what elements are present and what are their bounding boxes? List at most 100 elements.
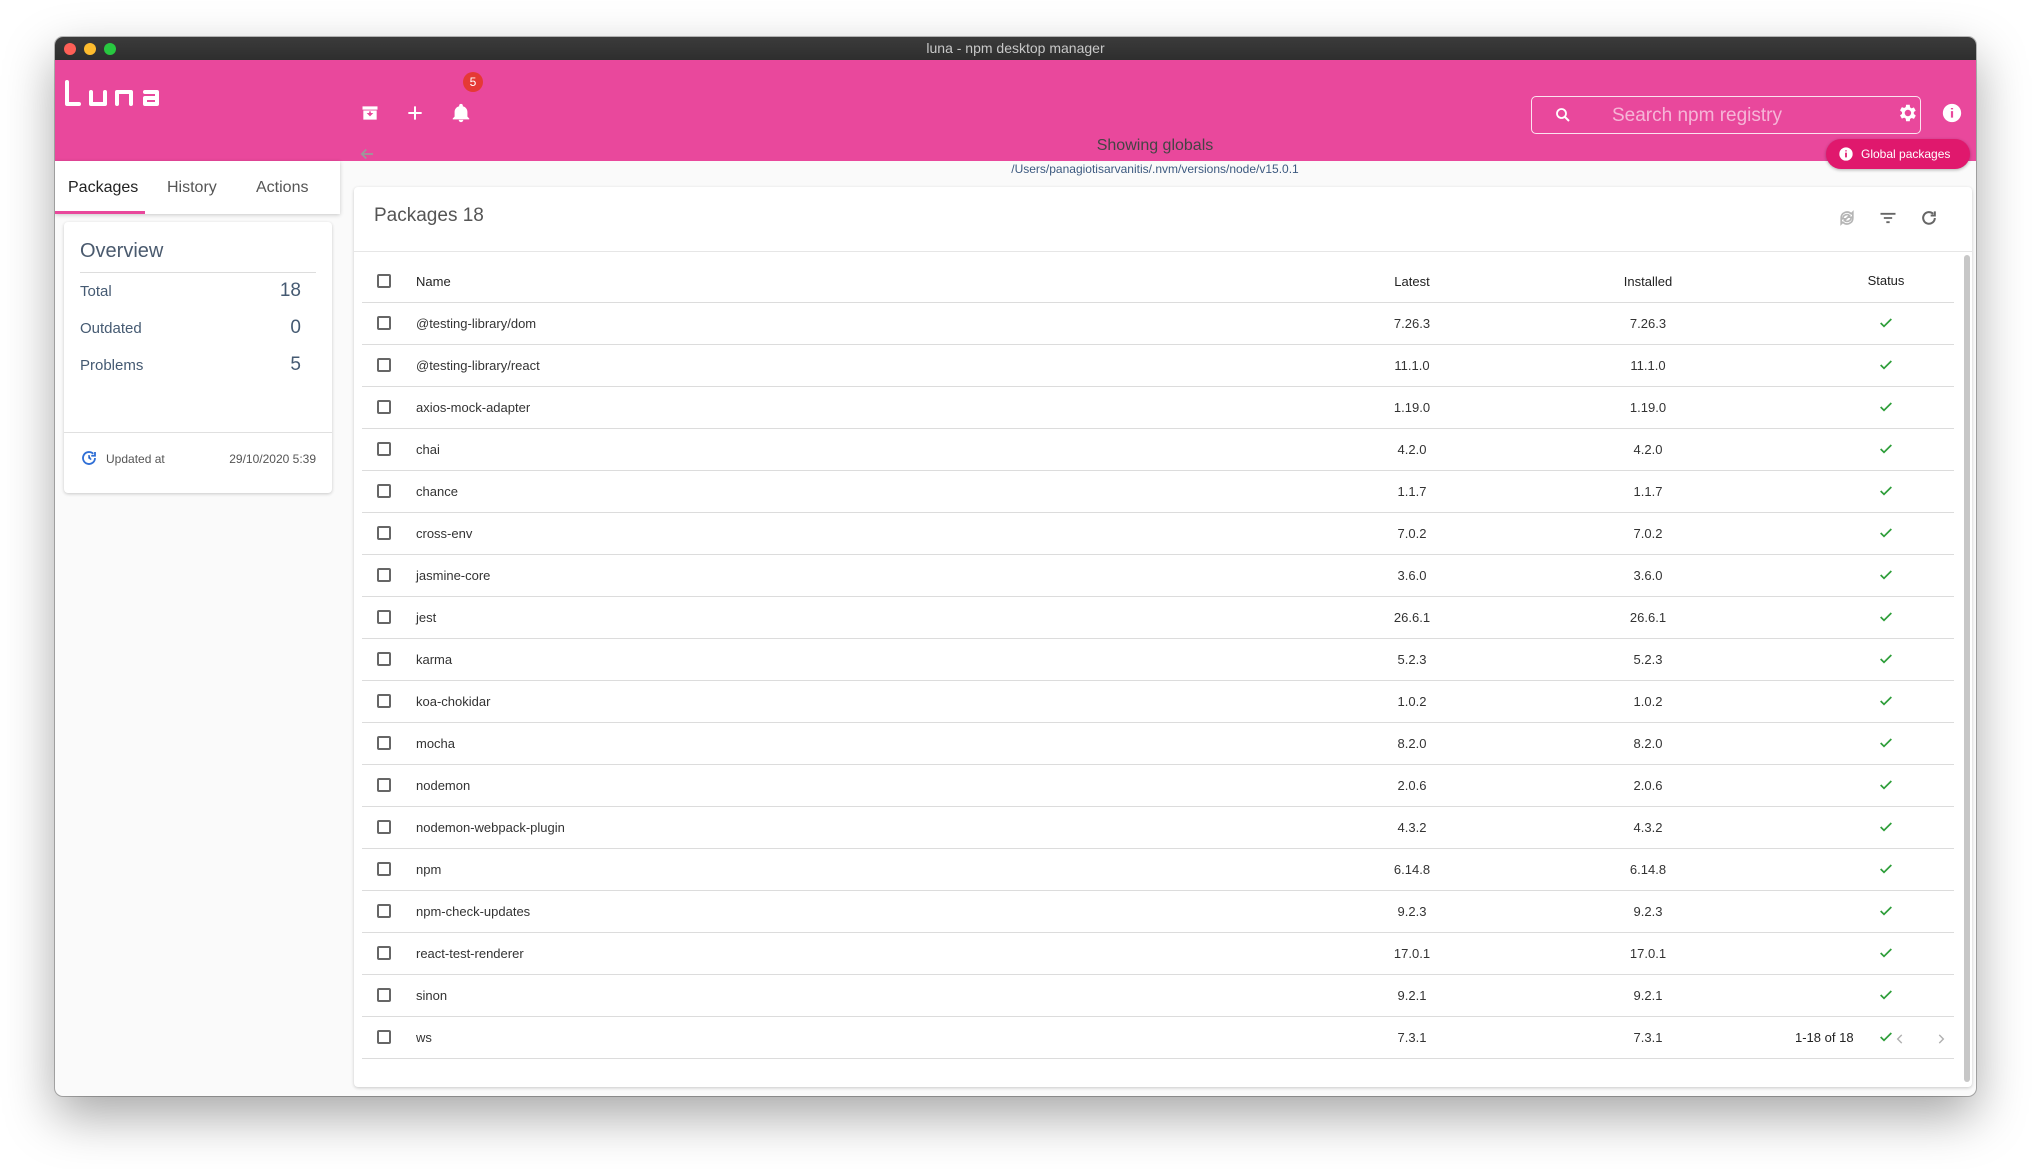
installed-version: 4.2.0 [1633, 442, 1663, 457]
row-checkbox[interactable] [377, 778, 391, 792]
row-checkbox[interactable] [377, 358, 391, 372]
tab-packages[interactable]: Packages [68, 161, 138, 214]
table-row[interactable]: jasmine-core 3.6.0 3.6.0 [362, 555, 1954, 597]
check-icon [1836, 567, 1936, 586]
package-name: react-test-renderer [416, 946, 524, 961]
row-checkbox[interactable] [377, 442, 391, 456]
column-name[interactable]: Name [416, 274, 451, 289]
latest-version: 9.2.3 [1397, 904, 1427, 919]
overview-total-value: 18 [279, 280, 301, 301]
table-row[interactable]: @testing-library/dom 7.26.3 7.26.3 [362, 303, 1954, 345]
table-row[interactable]: karma 5.2.3 5.2.3 [362, 639, 1954, 681]
global-packages-label: Global packages [1861, 147, 1951, 161]
installed-version: 1.19.0 [1629, 400, 1667, 415]
gear-icon[interactable] [1894, 100, 1920, 126]
search-input[interactable] [1610, 103, 1894, 129]
table-row[interactable]: nodemon 2.0.6 2.0.6 [362, 765, 1954, 807]
luna-logo [63, 74, 163, 119]
refresh-icon[interactable] [1916, 205, 1942, 231]
row-checkbox[interactable] [377, 820, 391, 834]
select-all-checkbox[interactable] [377, 274, 391, 288]
close-window-button[interactable] [64, 43, 76, 55]
sidebar-tabs: Packages History Actions [55, 161, 340, 214]
table-row[interactable]: jest 26.6.1 26.6.1 [362, 597, 1954, 639]
package-name: axios-mock-adapter [416, 400, 531, 415]
table-row[interactable]: react-test-renderer 17.0.1 17.0.1 [362, 933, 1954, 975]
bell-icon[interactable] [448, 100, 474, 126]
overview-problems: Problems 5 [80, 354, 301, 378]
latest-version: 7.0.2 [1397, 526, 1427, 541]
filter-icon[interactable] [1875, 205, 1901, 231]
updated-value: 29/10/2020 5:39 [229, 452, 316, 466]
latest-version: 6.14.8 [1393, 862, 1431, 877]
column-installed[interactable]: Installed [1598, 274, 1698, 289]
latest-version: 1.0.2 [1397, 694, 1427, 709]
row-checkbox[interactable] [377, 400, 391, 414]
table-row[interactable]: axios-mock-adapter 1.19.0 1.19.0 [362, 387, 1954, 429]
latest-version: 4.3.2 [1397, 820, 1427, 835]
package-name: sinon [416, 988, 448, 1003]
package-name: chance [416, 484, 458, 499]
check-icon [1836, 735, 1936, 754]
tab-actions[interactable]: Actions [256, 161, 308, 214]
row-checkbox[interactable] [377, 610, 391, 624]
next-page-button[interactable] [1932, 1030, 1950, 1048]
table-row[interactable]: chance 1.1.7 1.1.7 [362, 471, 1954, 513]
search-box[interactable] [1531, 96, 1921, 134]
info-icon[interactable] [1939, 100, 1965, 126]
row-checkbox[interactable] [377, 652, 391, 666]
overview-total: Total 18 [80, 280, 301, 304]
installed-version: 8.2.0 [1633, 736, 1663, 751]
pagination-label: 1-18 of 18 [1795, 1030, 1854, 1045]
row-checkbox[interactable] [377, 568, 391, 582]
table-row[interactable]: npm-check-updates 9.2.3 9.2.3 [362, 891, 1954, 933]
latest-version: 17.0.1 [1393, 946, 1431, 961]
table-header-row: Name Latest Installed Status [362, 261, 1954, 303]
installed-version: 17.0.1 [1629, 946, 1667, 961]
table-row[interactable]: nodemon-webpack-plugin 4.3.2 4.3.2 [362, 807, 1954, 849]
table-row[interactable]: cross-env 7.0.2 7.0.2 [362, 513, 1954, 555]
column-latest[interactable]: Latest [1362, 274, 1462, 289]
row-checkbox[interactable] [377, 1030, 391, 1044]
table-row[interactable]: sinon 9.2.1 9.2.1 [362, 975, 1954, 1017]
column-status[interactable]: Status [1836, 273, 1936, 288]
global-packages-button[interactable]: Global packages [1826, 139, 1970, 169]
installed-version: 7.0.2 [1633, 526, 1663, 541]
row-checkbox[interactable] [377, 694, 391, 708]
row-checkbox[interactable] [377, 904, 391, 918]
table-row[interactable]: mocha 8.2.0 8.2.0 [362, 723, 1954, 765]
installed-version: 1.0.2 [1633, 694, 1663, 709]
package-name: karma [416, 652, 453, 667]
archive-icon[interactable] [357, 100, 383, 126]
installed-version: 2.0.6 [1633, 778, 1663, 793]
table-row[interactable]: @testing-library/react 11.1.0 11.1.0 [362, 345, 1954, 387]
table-row[interactable]: chai 4.2.0 4.2.0 [362, 429, 1954, 471]
package-name: npm [416, 862, 442, 877]
row-checkbox[interactable] [377, 736, 391, 750]
row-checkbox[interactable] [377, 862, 391, 876]
package-name: @testing-library/dom [416, 316, 537, 331]
scrollbar[interactable] [1964, 255, 1970, 1082]
tab-history[interactable]: History [167, 161, 217, 214]
package-name: @testing-library/react [416, 358, 540, 373]
check-icon [1836, 903, 1936, 922]
latest-version: 7.3.1 [1397, 1030, 1427, 1045]
back-arrow-icon[interactable] [358, 145, 376, 168]
maximize-window-button[interactable] [104, 43, 116, 55]
previous-page-button[interactable] [1891, 1030, 1909, 1048]
plus-icon[interactable] [402, 100, 428, 126]
sync-icon[interactable] [1834, 205, 1860, 231]
row-checkbox[interactable] [377, 988, 391, 1002]
table-row[interactable]: koa-chokidar 1.0.2 1.0.2 [362, 681, 1954, 723]
row-checkbox[interactable] [377, 316, 391, 330]
row-checkbox[interactable] [377, 526, 391, 540]
latest-version: 4.2.0 [1397, 442, 1427, 457]
check-icon [1836, 483, 1936, 502]
table-body: @testing-library/dom 7.26.3 7.26.3 @testing… [362, 303, 1954, 1059]
minimize-window-button[interactable] [84, 43, 96, 55]
packages-title: Packages 18 [374, 205, 484, 226]
row-checkbox[interactable] [377, 484, 391, 498]
table-row[interactable]: ws 7.3.1 7.3.1 [362, 1017, 1954, 1059]
table-row[interactable]: npm 6.14.8 6.14.8 [362, 849, 1954, 891]
row-checkbox[interactable] [377, 946, 391, 960]
